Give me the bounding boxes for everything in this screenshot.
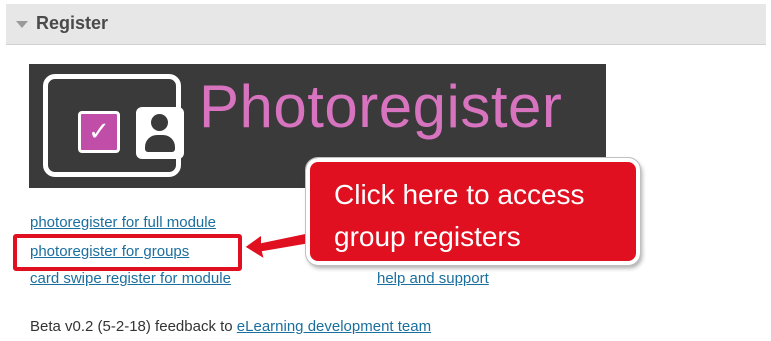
footer-text: Beta v0.2 (5-2-18) feedback to <box>30 318 237 335</box>
elearning-team-link[interactable]: eLearning development team <box>237 318 431 335</box>
callout-text: Click here to access group registers <box>334 179 585 252</box>
footer-feedback: Beta v0.2 (5-2-18) feedback to eLearning… <box>30 318 431 335</box>
annotation-callout: Click here to access group registers <box>305 157 641 266</box>
